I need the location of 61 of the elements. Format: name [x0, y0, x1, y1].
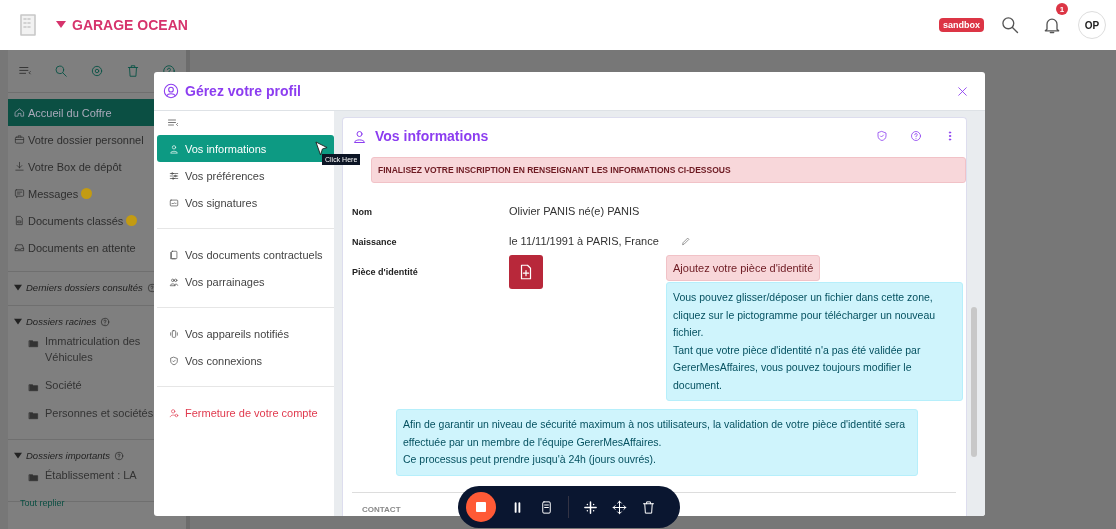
section-title: Derniers dossiers consultés	[26, 282, 143, 293]
field-label: Nom	[352, 207, 373, 217]
briefcase-icon	[14, 134, 25, 145]
user-icon	[352, 128, 367, 144]
nav-item[interactable]: Fermeture de votre compte	[157, 399, 334, 426]
warning-alert: FINALISEZ VOTRE INSCRIPTION EN RENSEIGNANT LES INFORMATIONS CI-DESSOUS	[371, 157, 966, 183]
user-circle-icon	[163, 83, 179, 99]
sliders-icon	[169, 170, 179, 181]
user-remove-icon	[169, 407, 179, 418]
pencil-icon[interactable]	[680, 236, 691, 246]
folder-icon	[28, 338, 39, 349]
device-icon	[169, 328, 179, 339]
company-selector[interactable]: GARAGE OCEAN	[56, 17, 188, 33]
caret-icon	[56, 21, 66, 29]
scrollbar-thumb[interactable]	[971, 307, 977, 457]
field-label: Naissance	[352, 237, 398, 247]
user-avatar[interactable]: OP	[1078, 11, 1106, 39]
notes-icon[interactable]	[539, 499, 554, 515]
caret-icon[interactable]	[14, 451, 22, 460]
caret-icon[interactable]	[14, 317, 22, 326]
chat-icon	[14, 188, 25, 199]
upload-prompt: Ajoutez votre pièce d'identité	[666, 255, 821, 281]
move-icon[interactable]	[612, 499, 627, 515]
stop-button[interactable]	[466, 492, 496, 522]
nav-item[interactable]: Vos appareils notifiés	[157, 320, 334, 347]
environment-badge: sandbox	[939, 18, 984, 32]
mouse-cursor-icon	[315, 141, 328, 156]
document-icon	[14, 215, 25, 226]
shield-icon	[169, 355, 179, 366]
field-label: Pièce d'identité	[352, 267, 419, 279]
copy-icon	[169, 249, 179, 260]
help-icon[interactable]	[146, 282, 157, 293]
dialog-title: Gérez votre profil	[185, 83, 302, 99]
help-message: Vous pouvez glisser/déposer un fichier dans cette zone, cliquez sur le pictogramme pour télécharger un nouveau fichier. Tant que votre pièce d'identité n'a pas été validée par GererMesAffaires, vous pouvez toujours modifier le document.	[666, 282, 963, 401]
shield-icon[interactable]	[876, 130, 888, 142]
inbox-icon	[14, 242, 25, 253]
user-icon	[169, 143, 179, 154]
caret-icon[interactable]	[14, 283, 22, 292]
trash-icon[interactable]	[641, 499, 656, 515]
card-title: Vos informations	[375, 128, 489, 144]
download-icon	[14, 161, 25, 172]
field-value: Olivier PANIS né(e) PANIS	[509, 205, 640, 217]
users-icon	[169, 276, 179, 287]
nav-item[interactable]: Vos connexions	[157, 347, 334, 374]
field-value: le 11/11/1991 à PARIS, France	[509, 235, 659, 247]
info-message: Afin de garantir un niveau de sécurité maximum à nos utilisateurs, la validation de votre pièce d'identité sera effectuée par un membre de l'équipe GererMesAffaires. Ce processus peut prendre jusqu'à 24h (jours ouvrés).	[396, 409, 918, 476]
notification-count: 1	[1056, 3, 1068, 15]
home-icon	[14, 107, 25, 118]
nav-item[interactable]: Vos parrainages	[157, 268, 334, 295]
close-icon[interactable]	[956, 84, 969, 98]
envelope-icon	[169, 197, 179, 208]
folder-icon	[28, 472, 39, 483]
search-icon[interactable]	[1000, 15, 1020, 35]
grid-icon[interactable]	[583, 499, 598, 515]
folder-icon	[28, 410, 39, 421]
collapse-menu-icon[interactable]	[167, 117, 179, 129]
upload-file-button[interactable]	[509, 255, 543, 289]
section-title: Dossiers importants	[26, 450, 110, 461]
collapse-menu-icon[interactable]	[18, 64, 32, 78]
section-title: Dossiers racines	[26, 316, 97, 327]
folder-icon	[28, 382, 39, 393]
